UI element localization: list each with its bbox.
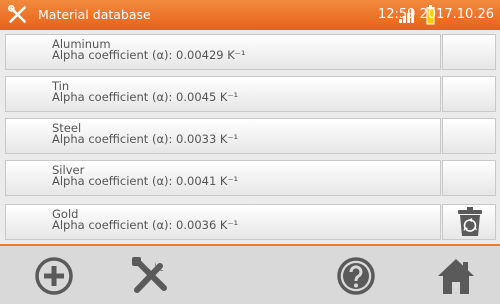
list-item[interactable]: Aluminum Alpha coefficient (α): 0.00429 …: [5, 34, 441, 70]
material-coefficient: Alpha coefficient (α): 0.00429 K⁻¹: [52, 48, 246, 62]
item-action-cell[interactable]: [442, 76, 496, 112]
add-circle-icon[interactable]: [32, 254, 76, 298]
material-coefficient: Alpha coefficient (α): 0.0045 K⁻¹: [52, 90, 239, 104]
item-action-cell[interactable]: [442, 34, 496, 70]
bottom-toolbar: [0, 244, 500, 304]
item-action-cell[interactable]: [442, 160, 496, 196]
list-item[interactable]: Steel Alpha coefficient (α): 0.0033 K⁻¹: [5, 118, 441, 154]
list-item[interactable]: Gold Alpha coefficient (α): 0.0036 K⁻¹: [5, 204, 441, 240]
material-coefficient: Alpha coefficient (α): 0.0041 K⁻¹: [52, 174, 239, 188]
item-action-cell[interactable]: [442, 118, 496, 154]
help-icon[interactable]: [334, 254, 378, 298]
clock: 12:59 2017.10.26: [377, 7, 494, 22]
material-coefficient: Alpha coefficient (α): 0.0036 K⁻¹: [52, 218, 239, 232]
material-coefficient: Alpha coefficient (α): 0.0033 K⁻¹: [52, 132, 239, 146]
home-icon[interactable]: [434, 254, 478, 298]
title-bar: Material database 12:59 2017.10.26: [0, 0, 500, 30]
material-list: Aluminum Alpha coefficient (α): 0.00429 …: [0, 30, 500, 244]
page-title: Material database: [38, 7, 151, 22]
tools-icon[interactable]: [128, 254, 172, 298]
trash-icon: [458, 207, 482, 236]
list-item[interactable]: Tin Alpha coefficient (α): 0.0045 K⁻¹: [5, 76, 441, 112]
delete-button[interactable]: [442, 204, 496, 240]
list-item[interactable]: Silver Alpha coefficient (α): 0.0041 K⁻¹: [5, 160, 441, 196]
tools-icon: [8, 5, 26, 23]
